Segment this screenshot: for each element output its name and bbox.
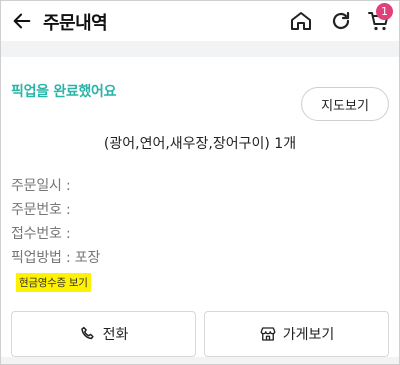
home-icon[interactable] <box>289 9 313 33</box>
arrow-left-icon[interactable] <box>11 10 33 32</box>
screen: 주문내역 1 픽업을 완료했어요 지도보기 (광어,연어,새우장,장어구이) 1… <box>0 0 400 365</box>
store-button[interactable]: 가게보기 <box>204 311 389 357</box>
refresh-icon[interactable] <box>329 9 353 33</box>
order-card: 픽업을 완료했어요 지도보기 (광어,연어,새우장,장어구이) 1개 주문일시 … <box>1 57 399 357</box>
cart-count-badge: 1 <box>376 3 393 20</box>
order-number-label: 주문번호 : <box>11 202 71 218</box>
store-label: 가게보기 <box>282 327 335 343</box>
order-items-summary: (광어,연어,새우장,장어구이) 1개 <box>103 136 297 152</box>
call-label: 전화 <box>102 327 129 343</box>
page-title: 주문내역 <box>43 13 108 34</box>
store-icon <box>260 327 276 341</box>
pickup-method-row: 픽업방법 : 포장 <box>11 247 100 267</box>
receipt-number-label: 접수번호 : <box>11 226 71 242</box>
app-header: 주문내역 1 <box>1 1 399 41</box>
order-date-row: 주문일시 : <box>11 175 71 195</box>
order-date-label: 주문일시 : <box>11 178 71 194</box>
order-status: 픽업을 완료했어요 <box>11 84 117 100</box>
map-button[interactable]: 지도보기 <box>301 87 389 121</box>
order-number-row: 주문번호 : <box>11 199 71 219</box>
phone-icon <box>80 326 94 340</box>
cash-receipt-link[interactable]: 현금영수증 보기 <box>16 273 91 292</box>
call-button[interactable]: 전화 <box>11 311 196 357</box>
pickup-method-value: 포장 <box>74 250 101 266</box>
pickup-method-label: 픽업방법 : <box>11 250 71 266</box>
receipt-number-row: 접수번호 : <box>11 223 71 243</box>
